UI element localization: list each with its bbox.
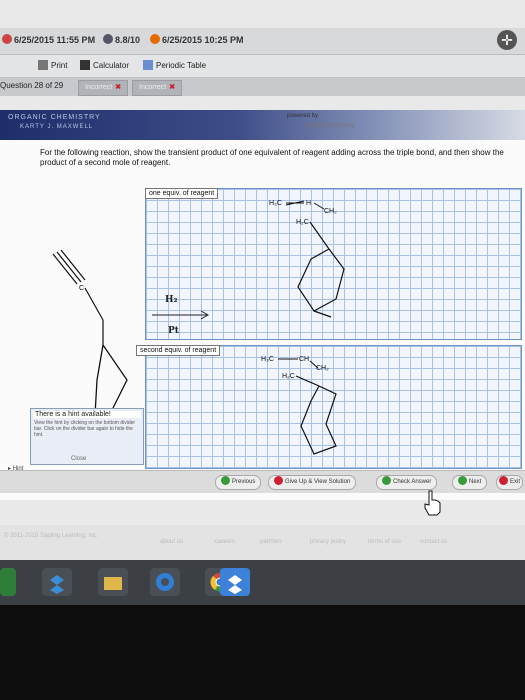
expand-icon[interactable]: ✛ bbox=[497, 30, 517, 50]
footer-link[interactable]: careers bbox=[215, 539, 235, 545]
tab-middle[interactable]: 8.8/10 bbox=[103, 34, 140, 45]
dropbox-app-icon[interactable] bbox=[220, 568, 250, 596]
tab-second[interactable]: 6/25/2015 10:25 PM bbox=[150, 34, 244, 45]
sapling-logo: sapling learning bbox=[305, 122, 355, 129]
cyclohexane-ring bbox=[300, 385, 337, 455]
tab-bar: 6/25/2015 11:55 PM 8.8/10 6/25/2015 10:2… bbox=[0, 28, 525, 55]
hint-title: There is a hint available! bbox=[33, 411, 141, 418]
hand-cursor-icon bbox=[424, 490, 441, 516]
instructor-name: KARTY J. MAXWELL bbox=[20, 124, 94, 130]
question-content: For the following reaction, show the tra… bbox=[0, 140, 525, 500]
previous-button[interactable]: Previous bbox=[215, 475, 262, 490]
course-title: ORGANIC CHEMISTRY bbox=[8, 114, 101, 121]
footer-link[interactable]: terms of use bbox=[368, 539, 401, 545]
hint-box: There is a hint available! View the hint… bbox=[30, 408, 144, 465]
atom-h2c: H₂C bbox=[282, 373, 295, 380]
monitor-bezel bbox=[0, 605, 525, 700]
question-number: Question 28 of 29 bbox=[0, 81, 64, 90]
taskbar bbox=[0, 560, 525, 605]
browser-icon[interactable] bbox=[150, 568, 180, 596]
periodic-table-icon bbox=[143, 60, 153, 70]
attempt-tab-2[interactable]: Incorrect ✖ bbox=[132, 80, 183, 96]
bond bbox=[84, 287, 104, 321]
bond bbox=[309, 221, 330, 250]
footer-link[interactable]: partners bbox=[260, 539, 282, 545]
folder-icon[interactable] bbox=[98, 568, 128, 596]
triple-bond bbox=[52, 253, 78, 285]
hint-close-button[interactable]: Close bbox=[71, 456, 86, 462]
footer-link[interactable]: contact us bbox=[420, 539, 447, 545]
triple-bond bbox=[56, 251, 82, 283]
give-up-icon bbox=[274, 476, 283, 485]
reagent-label: H₂ bbox=[165, 295, 178, 305]
triple-bond bbox=[60, 249, 86, 281]
question-bar: Question 28 of 29 Incorrect ✖ Incorrect ✖ bbox=[0, 78, 525, 96]
hint-text: View the hint by clicking on the bottom … bbox=[34, 420, 136, 438]
incorrect-x-icon: ✖ bbox=[115, 84, 122, 91]
tab-icon bbox=[2, 34, 12, 44]
copyright: © 2011-2015 Sapling Learning, Inc. bbox=[4, 533, 99, 539]
periodic-table-button[interactable]: Periodic Table bbox=[143, 60, 206, 70]
tools-toolbar: Print Calculator Periodic Table bbox=[0, 55, 525, 78]
answer-nav-bar: Previous Give Up & View Solution Check A… bbox=[0, 470, 525, 493]
exit-button[interactable]: Exit bbox=[496, 475, 524, 490]
atom-h: H bbox=[306, 200, 311, 207]
attempt-tab-1[interactable]: Incorrect ✖ bbox=[78, 80, 129, 96]
atom-ch2: CH₂ bbox=[316, 365, 329, 372]
bond bbox=[313, 310, 332, 318]
reaction-arrow bbox=[152, 310, 210, 320]
exit-icon bbox=[499, 476, 508, 485]
check-answer-button[interactable]: Check Answer bbox=[376, 475, 438, 490]
give-up-button[interactable]: Give Up & View Solution bbox=[268, 475, 357, 490]
atom-h3c: H₃C bbox=[269, 200, 282, 207]
footer-link[interactable]: privacy policy bbox=[310, 539, 346, 545]
calculator-icon bbox=[80, 60, 90, 70]
course-header: ORGANIC CHEMISTRY KARTY J. MAXWELL power… bbox=[0, 110, 525, 140]
page-footer: © 2011-2015 Sapling Learning, Inc. about… bbox=[0, 525, 525, 560]
bond bbox=[295, 375, 320, 387]
tab-icon bbox=[103, 34, 113, 44]
dropbox-icon[interactable] bbox=[42, 568, 72, 596]
calculator-button[interactable]: Calculator bbox=[80, 60, 129, 70]
atom-h3c: H₃C bbox=[261, 356, 274, 363]
tab-icon bbox=[150, 34, 160, 44]
bond bbox=[313, 202, 325, 210]
check-icon bbox=[382, 476, 391, 485]
arrow-left-icon bbox=[221, 476, 230, 485]
next-button[interactable]: Next bbox=[452, 475, 488, 490]
catalyst-label: Pt bbox=[168, 326, 179, 336]
powered-by-label: powered by bbox=[287, 113, 319, 119]
tab-first[interactable]: 6/25/2015 11:55 PM bbox=[2, 34, 95, 45]
printer-icon bbox=[38, 60, 48, 70]
answer-grid-2[interactable]: second equiv. of reagent H₃C CH CH₂ H₂C bbox=[136, 345, 522, 469]
atom-c-label: C bbox=[79, 285, 84, 292]
print-button[interactable]: Print bbox=[38, 60, 67, 70]
structure-2: H₃C CH CH₂ H₂C bbox=[261, 356, 337, 455]
footer-link[interactable]: about us bbox=[160, 539, 183, 545]
cyclohexane-ring bbox=[297, 248, 345, 312]
atom-ch2: CH₂ bbox=[324, 208, 337, 215]
atom-ch: CH bbox=[299, 356, 309, 363]
question-prompt: For the following reaction, show the tra… bbox=[40, 148, 504, 167]
browser-screen: 6/25/2015 11:55 PM 8.8/10 6/25/2015 10:2… bbox=[0, 0, 525, 560]
atom-h2c: H₂C bbox=[296, 219, 309, 226]
start-icon[interactable] bbox=[0, 568, 16, 596]
arrow-right-icon bbox=[458, 476, 467, 485]
incorrect-x-icon: ✖ bbox=[169, 84, 176, 91]
